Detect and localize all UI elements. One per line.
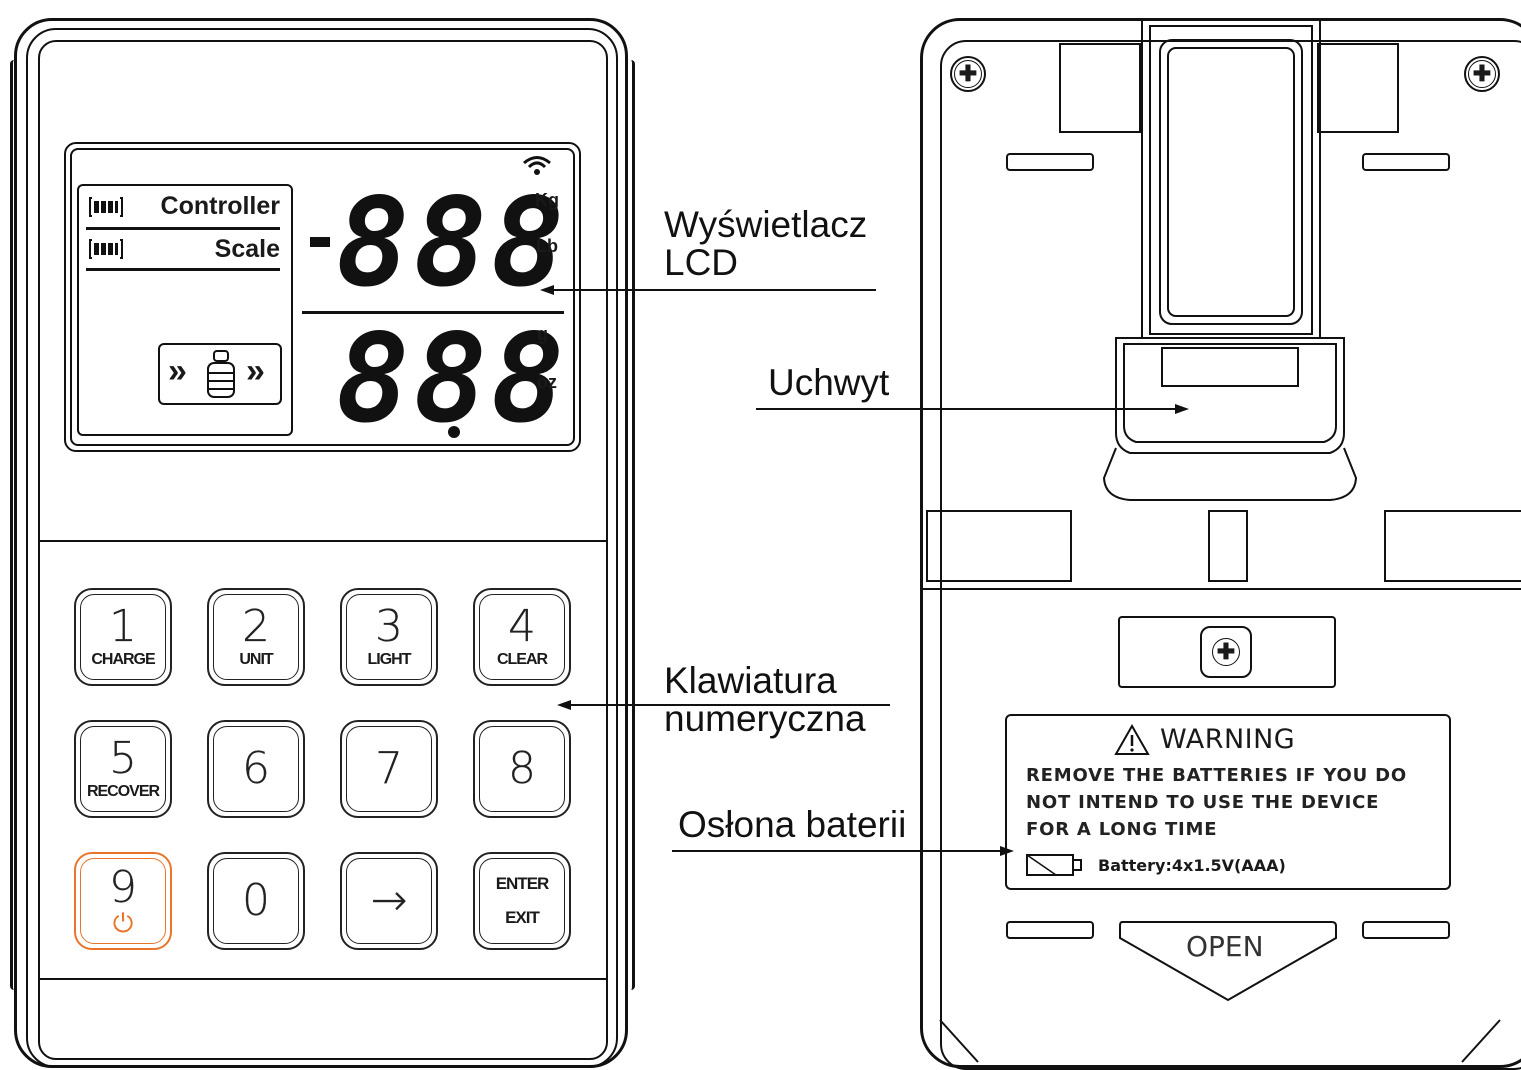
minus-sign (310, 237, 330, 247)
scale-battery-icon (89, 239, 123, 259)
key-9-power[interactable]: 9 ⏻ (74, 852, 172, 950)
key-label: RECOVER (86, 783, 160, 800)
callout-battery-cover: Osłona baterii (678, 804, 907, 845)
arrow-left-icon (557, 700, 571, 710)
key-5-recover[interactable]: 5 RECOVER (74, 720, 172, 818)
key-label-exit: EXIT (505, 908, 540, 927)
callout-holder: Uchwyt (768, 362, 890, 403)
lower-readout: 888 (336, 308, 569, 450)
key-arrow-right[interactable]: → (340, 852, 438, 950)
power-icon: ⏻ (112, 908, 134, 938)
hinge-block-left (926, 510, 1072, 582)
vent-slot (1006, 921, 1094, 939)
callout-lcd-line1: Wyświetlacz (664, 204, 868, 245)
key-4-clear[interactable]: 4 CLEAR (473, 588, 571, 686)
key-number: 4 (508, 601, 536, 652)
key-8[interactable]: 8 (473, 720, 571, 818)
decimal-point (448, 426, 460, 438)
key-1-charge[interactable]: 1 CHARGE (74, 588, 172, 686)
arrow-left-icon (540, 285, 554, 295)
key-enter-exit[interactable]: ENTER EXIT (473, 852, 571, 950)
open-label[interactable]: OPEN (1186, 930, 1264, 963)
key-6[interactable]: 6 (207, 720, 305, 818)
key-number: 1 (109, 601, 137, 652)
unit-oz: oz (537, 372, 557, 392)
chevron-right-icon: » (246, 352, 265, 390)
warning-line: REMOVE THE BATTERIES IF YOU DO (1026, 765, 1407, 786)
screw-top-right: ✚ (1464, 56, 1500, 92)
key-number: 7 (375, 743, 403, 794)
status-divider (86, 268, 280, 271)
battery-cover-seam (922, 588, 1521, 590)
key-number: 2 (242, 601, 270, 652)
key-label: LIGHT (367, 651, 412, 668)
callout-keypad-line2: numeryczna (664, 698, 866, 739)
back-bottom-contour (939, 1019, 1501, 1063)
key-label: CLEAR (496, 651, 548, 668)
keypad-bottom-edge (38, 978, 608, 980)
upper-readout: 888 (336, 172, 569, 314)
controller-battery-icon (89, 197, 123, 217)
hinge-block-right (1384, 510, 1521, 582)
callout-lcd-line2: LCD (664, 242, 739, 283)
key-7[interactable]: 7 (340, 720, 438, 818)
screw-top-left: ✚ (950, 56, 986, 92)
warning-line: FOR A LONG TIME (1026, 819, 1218, 840)
scale-label: Scale (214, 235, 280, 263)
unit-kg: Kg (535, 190, 559, 210)
key-label: UNIT (239, 651, 273, 668)
key-3-light[interactable]: 3 LIGHT (340, 588, 438, 686)
warning-triangle-icon (1114, 724, 1150, 755)
vent-slot (1362, 921, 1450, 939)
callout-keypad-line1: Klawiatura (664, 660, 837, 701)
key-label-enter: ENTER (495, 874, 550, 893)
vent-slot (1006, 153, 1094, 171)
unit-lb: Lb (536, 236, 558, 256)
key-number: 0 (242, 875, 270, 926)
warning-title: WARNING (1160, 724, 1296, 755)
vent-slot (1362, 153, 1450, 171)
key-label: CHARGE (91, 651, 155, 668)
status-divider (86, 227, 280, 230)
key-number: 9 (109, 862, 137, 913)
key-number: 6 (242, 743, 270, 794)
key-number: 8 (508, 743, 536, 794)
weight-icon (207, 350, 235, 398)
keypad-top-edge (38, 540, 608, 542)
key-2-unit[interactable]: 2 UNIT (207, 588, 305, 686)
battery-icon (1026, 854, 1082, 876)
battery-spec: Battery:4x1.5V(AAA) (1098, 856, 1286, 875)
leader-line-keypad (570, 704, 890, 706)
leader-line-lcd (552, 289, 876, 291)
chevron-right-icon: » (168, 352, 187, 390)
arrow-right-icon: → (370, 875, 408, 926)
controller-label: Controller (160, 192, 280, 220)
key-number: 5 (109, 733, 137, 784)
key-number: 3 (375, 601, 403, 652)
unit-g: g (537, 324, 548, 344)
cover-screw[interactable]: ✚ (1200, 626, 1252, 678)
hinge-block-center (1208, 510, 1248, 582)
holder-clip (1059, 18, 1399, 501)
key-0[interactable]: 0 (207, 852, 305, 950)
warning-line: NOT INTEND TO USE THE DEVICE (1026, 792, 1380, 813)
